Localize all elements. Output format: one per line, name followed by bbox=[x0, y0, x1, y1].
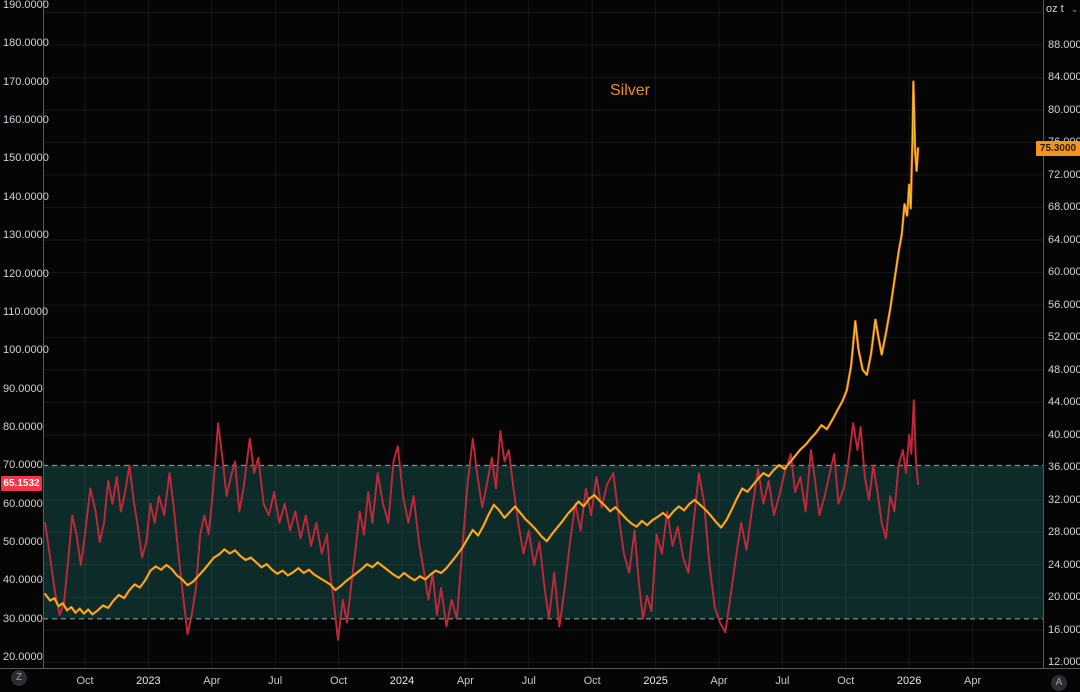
left-axis-tick-label: 80.0000 bbox=[3, 421, 43, 433]
right-axis-tick-label: 56.0000 bbox=[1048, 299, 1080, 311]
time-axis-year-label: 2023 bbox=[136, 675, 160, 687]
time-axis-month-label: Jul bbox=[268, 675, 282, 687]
unit-label: oz t bbox=[1046, 3, 1064, 15]
time-axis-year-label: 2026 bbox=[897, 675, 921, 687]
right-price-axis[interactable]: 88.000084.000080.000076.000072.000068.00… bbox=[1043, 0, 1080, 668]
left-axis-tick-label: 130.0000 bbox=[3, 229, 49, 241]
right-axis-tick-label: 24.0000 bbox=[1048, 559, 1080, 571]
time-axis-month-label: Apr bbox=[964, 675, 981, 687]
time-axis-month-label: Oct bbox=[584, 675, 601, 687]
timezone-button[interactable]: Z bbox=[11, 670, 27, 686]
left-axis-tick-label: 120.0000 bbox=[3, 268, 49, 280]
right-axis-tick-label: 36.0000 bbox=[1048, 461, 1080, 473]
left-axis-tick-label: 30.0000 bbox=[3, 613, 43, 625]
right-axis-tick-label: 72.0000 bbox=[1048, 169, 1080, 181]
left-axis-tick-label: 160.0000 bbox=[3, 114, 49, 126]
left-axis-tick-label: 190.0000 bbox=[3, 0, 49, 11]
chart-window: 190.0000 180.0000 170.0000 160.0000 150.0000… bbox=[0, 0, 1080, 692]
right-axis-tick-label: 60.0000 bbox=[1048, 266, 1080, 278]
right-axis-tick-label: 12.0000 bbox=[1048, 656, 1080, 668]
chart-title: Silver bbox=[610, 82, 650, 100]
right-axis-tick-label: 44.0000 bbox=[1048, 396, 1080, 408]
auto-scale-button[interactable]: A bbox=[1051, 675, 1067, 691]
unit-selector-dropdown[interactable]: oz t ⌄ bbox=[1046, 3, 1078, 15]
chevron-down-icon: ⌄ bbox=[1071, 5, 1079, 14]
left-axis-tick-label: 150.0000 bbox=[3, 152, 49, 164]
right-axis-tick-label: 20.0000 bbox=[1048, 591, 1080, 603]
last-value-badge-right: 75.3000 bbox=[1036, 141, 1080, 156]
left-axis-tick-label: 40.0000 bbox=[3, 574, 43, 586]
range-band bbox=[43, 465, 1043, 618]
left-price-axis[interactable]: 190.0000180.0000170.0000160.0000150.0000… bbox=[0, 0, 44, 668]
right-axis-tick-label: 80.0000 bbox=[1048, 104, 1080, 116]
left-axis-tick-label: 20.0000 bbox=[3, 651, 43, 663]
price-chart-plot[interactable] bbox=[0, 0, 1080, 692]
last-value-badge-left: 65.1532 bbox=[1, 476, 42, 491]
left-axis-tick-label: 70.0000 bbox=[3, 459, 43, 471]
left-axis-tick-label: 90.0000 bbox=[3, 383, 43, 395]
right-axis-tick-label: 28.0000 bbox=[1048, 526, 1080, 538]
right-axis-tick-label: 16.0000 bbox=[1048, 624, 1080, 636]
time-axis-month-label: Apr bbox=[457, 675, 474, 687]
right-axis-tick-label: 32.0000 bbox=[1048, 494, 1080, 506]
right-axis-tick-label: 52.0000 bbox=[1048, 331, 1080, 343]
time-axis-month-label: Apr bbox=[203, 675, 220, 687]
left-axis-tick-label: 50.0000 bbox=[3, 536, 43, 548]
right-axis-tick-label: 64.0000 bbox=[1048, 234, 1080, 246]
time-axis-month-label: Oct bbox=[76, 675, 93, 687]
time-axis-month-label: Apr bbox=[710, 675, 727, 687]
time-axis-month-label: Oct bbox=[330, 675, 347, 687]
left-axis-tick-label: 180.0000 bbox=[3, 37, 49, 49]
right-axis-tick-label: 84.0000 bbox=[1048, 71, 1080, 83]
right-axis-tick-label: 48.0000 bbox=[1048, 364, 1080, 376]
left-axis-tick-label: 170.0000 bbox=[3, 76, 49, 88]
time-axis-month-label: Oct bbox=[837, 675, 854, 687]
right-axis-tick-label: 88.0000 bbox=[1048, 39, 1080, 51]
time-axis-year-label: 2025 bbox=[643, 675, 667, 687]
left-axis-tick-label: 60.0000 bbox=[3, 498, 43, 510]
left-axis-tick-label: 140.0000 bbox=[3, 191, 49, 203]
time-axis-year-label: 2024 bbox=[390, 675, 414, 687]
time-axis-month-label: Jul bbox=[522, 675, 536, 687]
time-axis[interactable]: Oct 2023 Apr Jul Oct 2024 Apr Jul Oct 2025 Apr Jul O… bbox=[0, 668, 1080, 692]
right-axis-tick-label: 68.0000 bbox=[1048, 201, 1080, 213]
right-axis-tick-label: 40.0000 bbox=[1048, 429, 1080, 441]
left-axis-tick-label: 100.0000 bbox=[3, 344, 49, 356]
time-axis-month-label: Jul bbox=[775, 675, 789, 687]
left-axis-tick-label: 110.0000 bbox=[3, 306, 48, 318]
